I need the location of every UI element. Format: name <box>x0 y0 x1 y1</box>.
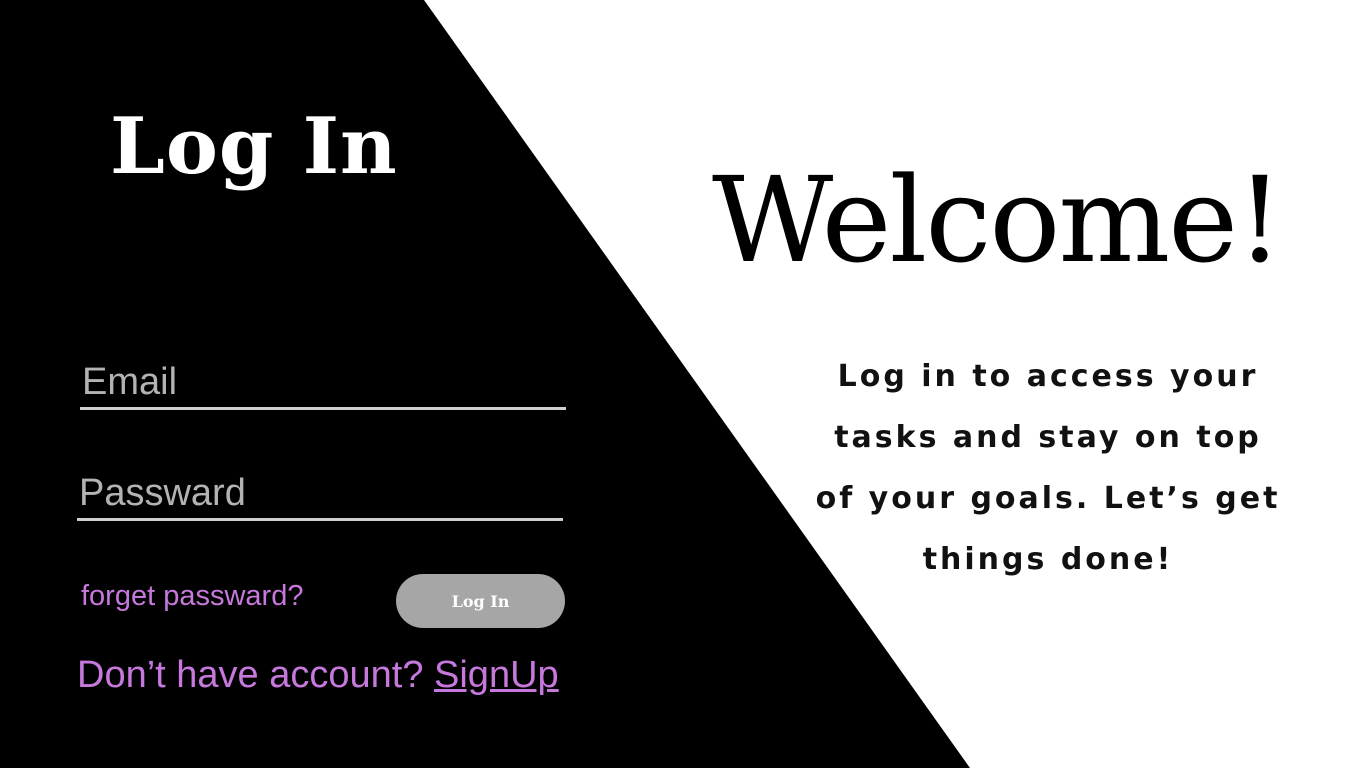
welcome-message: Log in to access your tasks and stay on … <box>815 359 1281 577</box>
login-button[interactable]: Log In <box>396 574 565 628</box>
signup-prompt: Don’t have account? SignUp <box>77 654 559 697</box>
password-field[interactable] <box>77 469 563 521</box>
login-title: Log In <box>110 101 398 192</box>
login-page: Log In forget passward? Log In Don’t hav… <box>0 0 1366 768</box>
welcome-title: Welcome! <box>712 151 1284 289</box>
email-field[interactable] <box>80 358 566 410</box>
signup-link[interactable]: SignUp <box>434 654 559 696</box>
no-account-text: Don’t have account? <box>77 654 424 696</box>
forget-password-link[interactable]: forget passward? <box>81 580 303 613</box>
